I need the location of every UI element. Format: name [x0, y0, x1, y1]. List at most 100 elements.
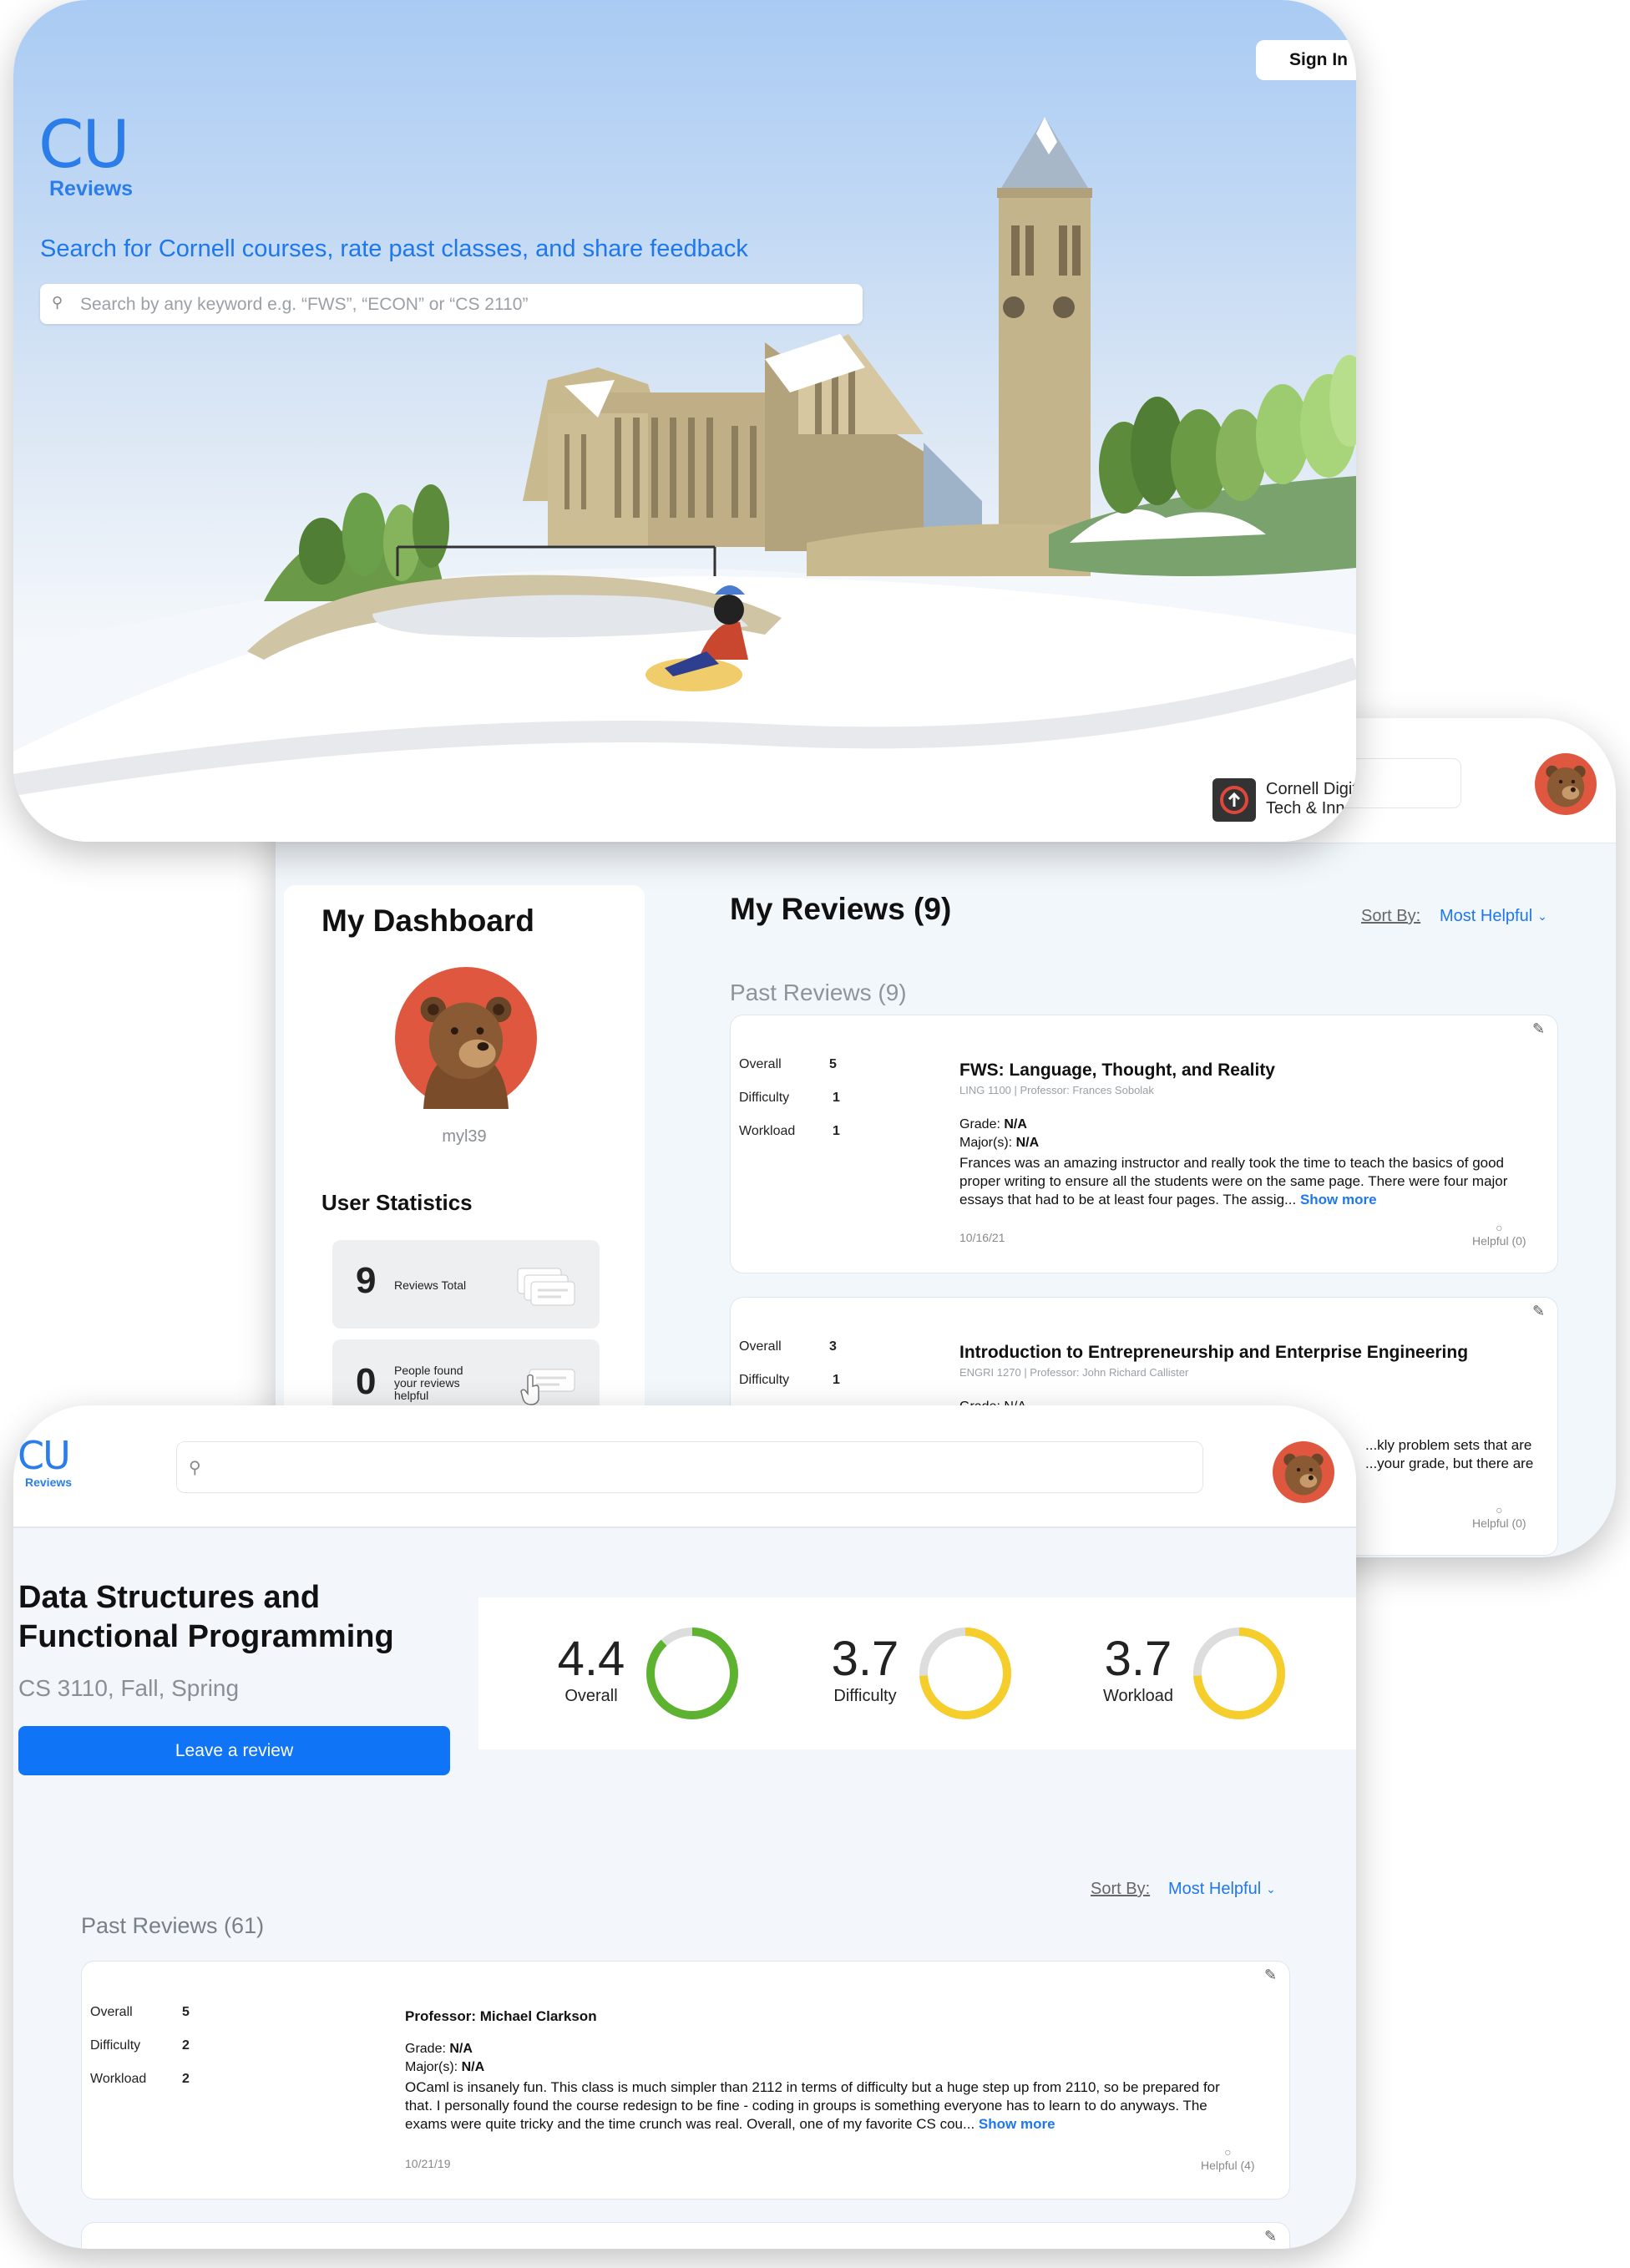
upload-arrow-icon	[1212, 778, 1256, 822]
dashboard-title: My Dashboard	[321, 904, 534, 938]
helpful-button[interactable]: ○ Helpful (0)	[1472, 1503, 1526, 1530]
stack-of-papers-icon	[514, 1265, 580, 1313]
review-date: 10/21/19	[405, 2157, 451, 2170]
profile-avatar	[395, 967, 537, 1109]
metric-label: Workload	[1102, 1687, 1174, 1705]
edit-pencil-icon[interactable]: ✎	[1264, 2228, 1277, 2245]
thumbs-up-icon: ○	[1496, 1221, 1503, 1234]
logo-subtitle: Reviews	[25, 1476, 73, 1489]
stat-label: Reviews Total	[394, 1278, 467, 1292]
difficulty-value: 1	[833, 1373, 840, 1387]
difficulty-label: Difficulty	[739, 1373, 790, 1387]
helpful-button[interactable]: ○ Helpful (4)	[1201, 2145, 1255, 2172]
grade-line: Grade: N/A	[405, 2042, 473, 2056]
sort-label: Sort By:	[1361, 907, 1421, 925]
workload-value: 2	[182, 2072, 190, 2086]
course-subtitle: LING 1100 | Professor: Frances Sobolak	[959, 1084, 1154, 1096]
difficulty-value: 1	[833, 1091, 840, 1105]
chevron-down-icon: ⌄	[1266, 1882, 1276, 1896]
logo-subtitle: Reviews	[49, 177, 134, 200]
difficulty-label: Difficulty	[739, 1091, 790, 1105]
campus-illustration	[13, 117, 1356, 842]
past-reviews-title: Past Reviews (61)	[81, 1913, 265, 1938]
metric-value: 3.7	[1104, 1632, 1172, 1686]
thumbs-up-icon: ○	[1496, 1503, 1503, 1516]
overall-value: 5	[182, 2005, 190, 2019]
partner-line-1: Cornell Digital	[1266, 780, 1356, 798]
cu-reviews-logo[interactable]: CU	[18, 1436, 71, 1475]
overall-label: Overall	[90, 2005, 133, 2019]
hero-search-input[interactable]: ⚲ Search by any keyword e.g. “FWS”, “ECO…	[40, 284, 863, 324]
course-title: Data Structures and Functional Programmi…	[18, 1580, 394, 1654]
metric-label: Difficulty	[833, 1687, 897, 1705]
sign-in-button[interactable]: Sign In	[1256, 40, 1356, 80]
edit-pencil-icon[interactable]: ✎	[1532, 1303, 1545, 1320]
helpful-button[interactable]: ○ Helpful (0)	[1472, 1221, 1526, 1248]
sort-label: Sort By:	[1091, 1880, 1151, 1898]
difficulty-value: 2	[182, 2038, 190, 2053]
review-text: Frances was an amazing instructor and re…	[959, 1155, 1508, 1207]
thumbs-up-icon: ○	[1224, 2145, 1232, 2159]
search-placeholder: Search by any keyword e.g. “FWS”, “ECON”…	[80, 295, 529, 314]
review-card: ✎ Overall 5 Difficulty 1 Workload 1 FWS:…	[730, 1015, 1558, 1273]
review-professor: Professor: Michael Clarkson	[405, 2008, 597, 2024]
difficulty-label: Difficulty	[90, 2038, 141, 2053]
sort-dropdown[interactable]: Most Helpful ⌄	[1440, 907, 1547, 926]
edit-pencil-icon[interactable]: ✎	[1264, 1967, 1277, 1984]
metric-difficulty: 3.7 Difficulty	[828, 1635, 903, 1706]
review-text-fragment: ...your grade, but there are	[1365, 1455, 1534, 1471]
cu-reviews-logo[interactable]: CU	[38, 113, 130, 178]
course-subtitle: ENGRI 1270 | Professor: John Richard Cal…	[959, 1366, 1189, 1379]
leave-review-button[interactable]: Leave a review	[18, 1726, 450, 1775]
partner-badge[interactable]: Cornell Digital Tech & Innovation	[1212, 777, 1356, 823]
metric-overall: 4.4 Overall	[554, 1635, 629, 1706]
overall-label: Overall	[739, 1339, 782, 1354]
overall-ring	[646, 1628, 738, 1719]
show-more-link[interactable]: Show more	[1300, 1192, 1377, 1207]
course-search-input[interactable]: ⚲	[176, 1441, 1203, 1493]
review-date: 10/16/21	[959, 1231, 1005, 1244]
stat-value: 0	[356, 1361, 377, 1402]
course-metrics-panel: 4.4 Overall 3.7 Difficulty 3.7 Workload	[478, 1597, 1356, 1749]
workload-value: 1	[833, 1124, 840, 1138]
major-line: Major(s): N/A	[405, 2060, 485, 2074]
review-text-fragment: ...kly problem sets that are	[1365, 1437, 1532, 1453]
overall-value: 3	[829, 1339, 837, 1354]
chevron-down-icon: ⌄	[1537, 909, 1547, 923]
major-line: Major(s): N/A	[959, 1136, 1040, 1150]
metric-value: 4.4	[557, 1632, 625, 1686]
landing-window: Sign In CU Reviews Search for Cornell co…	[13, 0, 1356, 842]
past-reviews-title: Past Reviews (9)	[730, 980, 907, 1005]
course-title: Introduction to Entrepreneurship and Ent…	[959, 1343, 1469, 1362]
helpful-count: Helpful (0)	[1472, 1516, 1526, 1530]
edit-pencil-icon[interactable]: ✎	[1532, 1020, 1545, 1038]
overall-label: Overall	[739, 1057, 782, 1071]
search-icon: ⚲	[189, 1459, 201, 1477]
header-avatar[interactable]	[1535, 753, 1597, 815]
sort-value: Most Helpful	[1440, 907, 1533, 925]
partner-line-2: Tech & Innovation	[1266, 799, 1356, 818]
review-card: ✎ Overall 5 Difficulty 2 Workload 2 Prof…	[81, 1961, 1290, 2200]
workload-label: Workload	[90, 2072, 147, 2086]
difficulty-ring	[919, 1628, 1011, 1719]
header-avatar[interactable]	[1273, 1441, 1334, 1503]
show-more-link[interactable]: Show more	[979, 2116, 1055, 2132]
username: myl39	[442, 1127, 487, 1146]
sort-value: Most Helpful	[1168, 1880, 1262, 1898]
grade-line: Grade: N/A	[959, 1117, 1027, 1131]
stat-reviews-total: 9 Reviews Total	[332, 1240, 600, 1329]
metric-workload: 3.7 Workload	[1101, 1635, 1176, 1706]
metric-value: 3.7	[831, 1632, 899, 1686]
hero-tagline: Search for Cornell courses, rate past cl…	[40, 235, 748, 262]
helpful-count: Helpful (4)	[1201, 2159, 1255, 2172]
metric-label: Overall	[564, 1687, 618, 1705]
course-header: CU Reviews ⚲	[13, 1405, 1356, 1528]
search-icon: ⚲	[52, 294, 63, 311]
course-code: CS 3110, Fall, Spring	[18, 1675, 240, 1701]
course-window: CU Reviews ⚲ Data Structures and Functio…	[13, 1405, 1356, 2249]
stat-label: People found your reviews helpful	[394, 1364, 463, 1402]
review-text: OCaml is insanely fun. This class is muc…	[405, 2079, 1220, 2132]
overall-value: 5	[829, 1057, 837, 1071]
sort-dropdown[interactable]: Most Helpful ⌄	[1168, 1880, 1276, 1899]
helpful-count: Helpful (0)	[1472, 1234, 1526, 1248]
